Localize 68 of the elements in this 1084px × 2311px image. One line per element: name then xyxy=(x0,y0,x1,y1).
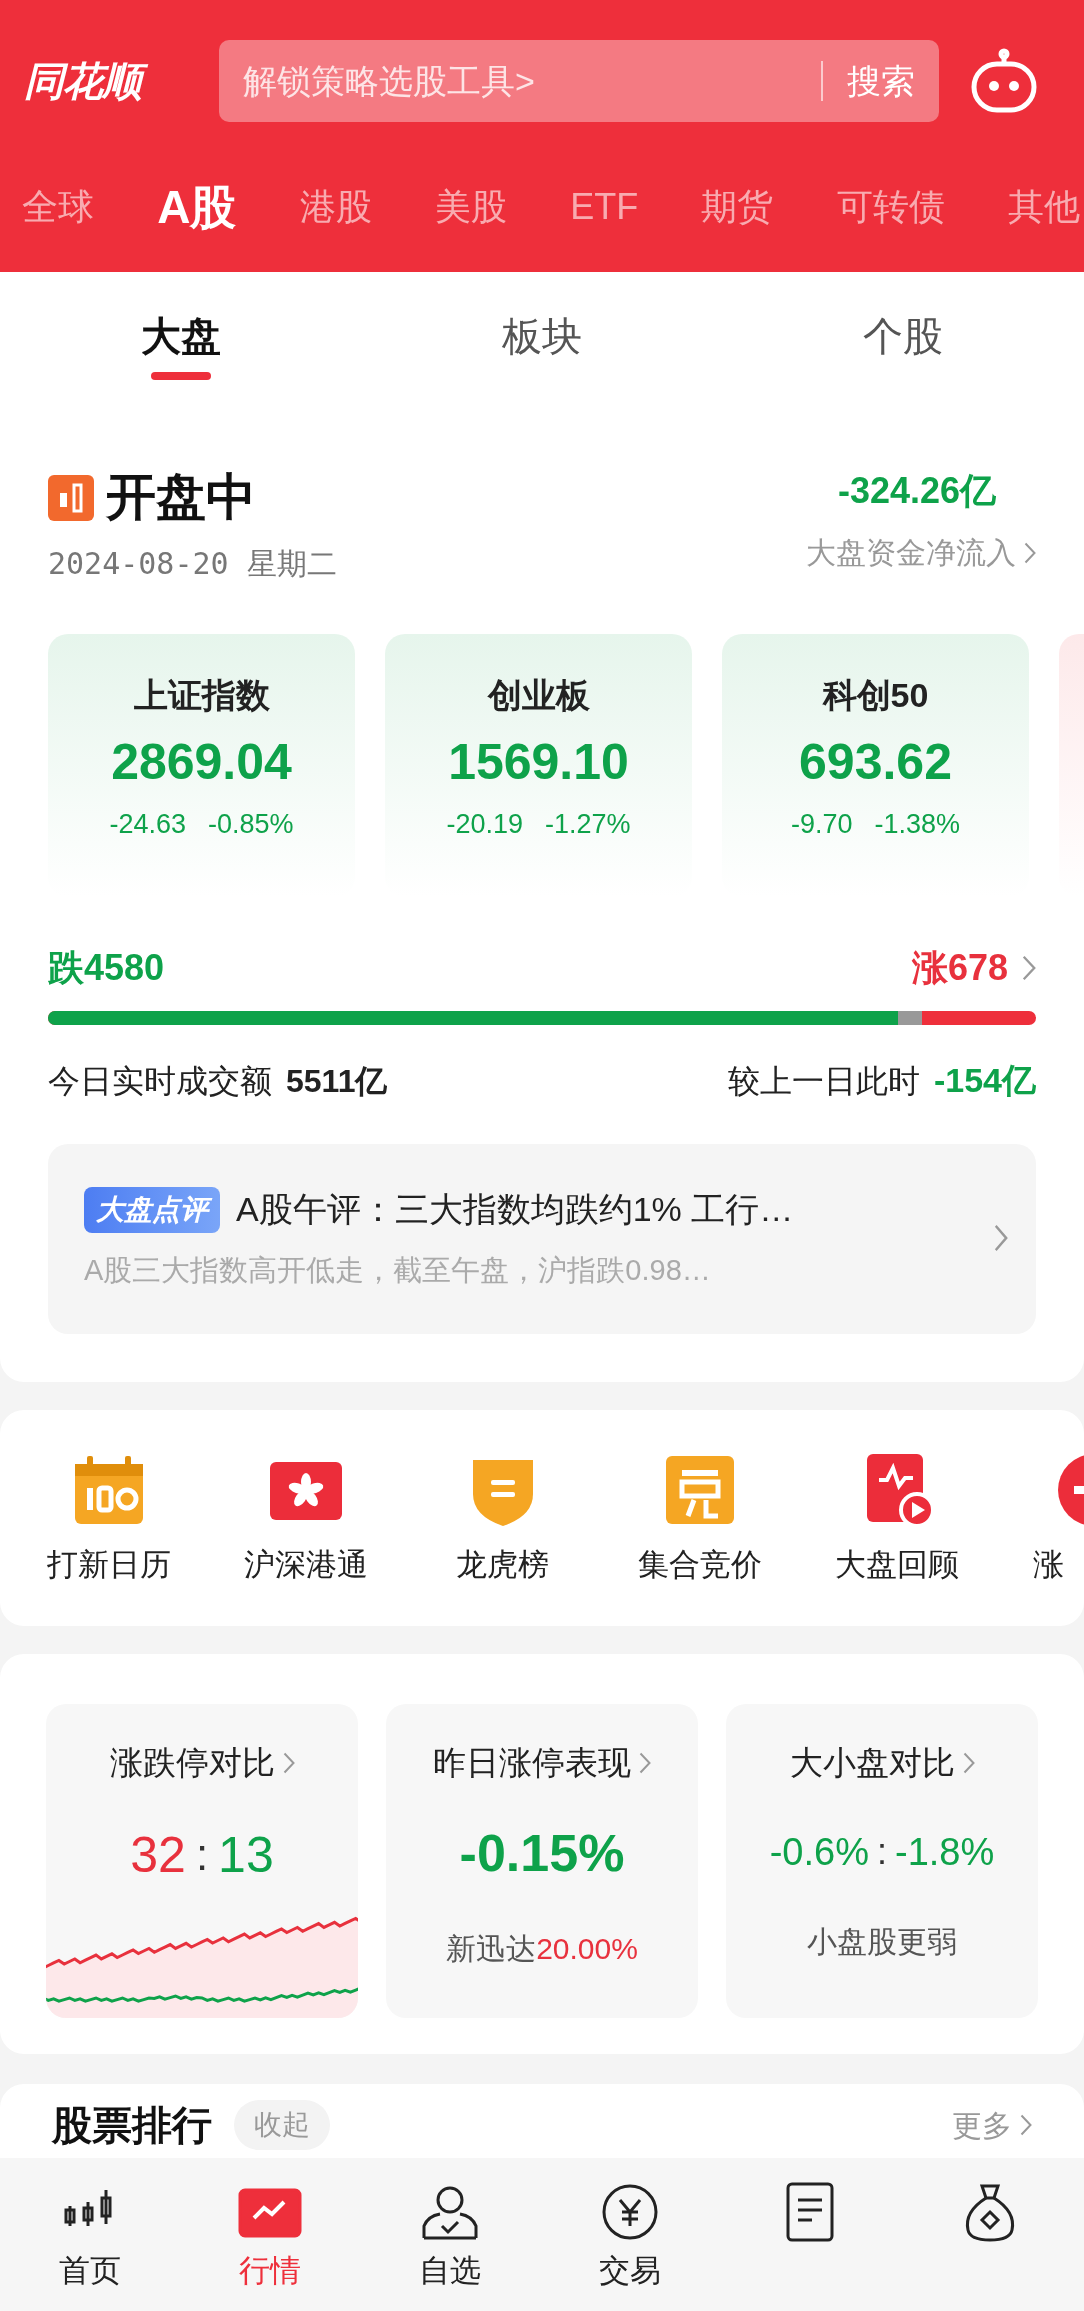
section-tab[interactable]: 大盘 xyxy=(140,282,221,380)
shortcut-item[interactable]: 龙虎榜 xyxy=(404,1450,601,1589)
index-change: -9.70 xyxy=(790,808,853,841)
shortcut-item[interactable]: 集合竞价 xyxy=(601,1450,798,1589)
section-tab[interactable]: 板块 xyxy=(502,282,582,380)
chevron-right-icon xyxy=(282,1751,295,1774)
ratio-separator: : xyxy=(195,1829,209,1881)
chevron-right-icon xyxy=(962,1751,975,1774)
net-inflow-label: 大盘资金净流入 xyxy=(806,535,1016,571)
chevron-right-icon xyxy=(994,1224,1008,1252)
nav-tab[interactable]: 交易 xyxy=(540,2180,720,2295)
app-logo[interactable]: 同花顺 xyxy=(24,51,174,111)
ranking-title: 股票排行 xyxy=(52,2102,212,2149)
stats-note-value: 20.00% xyxy=(536,1930,638,1967)
shortcut-item[interactable]: 打新日历 xyxy=(10,1450,207,1589)
stats-note: 新迅达 xyxy=(446,1930,537,1967)
index-value: 2869.04 xyxy=(111,733,292,792)
nav-tab[interactable]: 首页 xyxy=(0,2180,180,2295)
nav-tab[interactable]: 行情 xyxy=(180,2180,360,2295)
index-percent: -0.85% xyxy=(208,808,294,841)
market-status-title: 开盘中 xyxy=(106,468,256,527)
net-inflow-value: -324.26亿 xyxy=(837,469,996,513)
index-value: 693.62 xyxy=(799,733,952,792)
stats-card[interactable]: 涨跌停对比 32 : 13 xyxy=(46,1704,358,2018)
stats-title: 昨日涨停表现 xyxy=(433,1743,631,1783)
stats-title: 涨跌停对比 xyxy=(109,1743,275,1783)
index-name: 上证指数 xyxy=(133,675,270,716)
small-cap-change: -1.8% xyxy=(895,1829,995,1875)
news-headline: A股午评：三大指数均跌约1% 工行… xyxy=(236,1189,794,1230)
index-name: 科创50 xyxy=(822,675,929,716)
chevron-right-icon xyxy=(1020,2114,1032,2136)
search-placeholder: 解锁策略选股工具> xyxy=(243,60,536,102)
stats-value: -0.15% xyxy=(459,1822,625,1884)
index-change: -24.63 xyxy=(109,808,186,841)
section-tab[interactable]: 个股 xyxy=(863,282,944,380)
advancers-count: 涨678 xyxy=(911,946,1008,990)
news-summary: A股三大指数高开低走，截至午盘，沪指跌0.98… xyxy=(84,1253,712,1288)
turnover-value: 5511亿 xyxy=(286,1061,388,1101)
stats-card[interactable]: 大小盘对比 -0.6% : -1.8% 小盘股更弱 xyxy=(726,1704,1038,2018)
index-name: 创业板 xyxy=(487,675,590,716)
shortcut-item[interactable]: 沪深港通 xyxy=(207,1450,404,1589)
news-card[interactable]: 大盘点评 A股午评：三大指数均跌约1% 工行… A股三大指数高开低走，截至午盘，沪指跌0.98… xyxy=(48,1144,1036,1334)
chevron-right-icon xyxy=(1022,955,1036,981)
turnover-label: 今日实时成交额 xyxy=(48,1061,272,1101)
decliners-count: 跌4580 xyxy=(48,946,165,990)
market-tab[interactable]: A股 xyxy=(157,172,237,242)
index-change: -20.19 xyxy=(446,808,523,841)
chevron-right-icon xyxy=(639,1751,651,1774)
chevron-right-icon xyxy=(1024,541,1036,564)
stats-card[interactable]: 昨日涨停表现 -0.15% 新迅达20.00% xyxy=(386,1704,698,2018)
index-percent: -1.38% xyxy=(874,808,961,841)
large-cap-change: -0.6% xyxy=(769,1829,869,1875)
index-percent: -1.27% xyxy=(545,808,631,841)
ratio-separator: : xyxy=(877,1830,887,1874)
news-tag: 大盘点评 xyxy=(84,1186,220,1233)
limit-up-count: 32 xyxy=(130,1825,186,1885)
shortcut-item[interactable]: 大盘回顾 xyxy=(798,1450,995,1589)
candle-badge-icon xyxy=(48,474,94,521)
stats-title: 大小盘对比 xyxy=(789,1743,955,1783)
neutral-segment xyxy=(897,1011,922,1025)
market-date: 2024-08-20 星期二 xyxy=(48,545,337,583)
limit-down-count: 13 xyxy=(218,1825,274,1885)
stats-note: 小盘股更弱 xyxy=(807,1923,957,1960)
shortcut-item[interactable]: 涨 xyxy=(995,1450,1084,1589)
turnover-compare-label: 较上一日此时 xyxy=(727,1061,920,1101)
index-value: 1569.10 xyxy=(448,733,629,792)
nav-tab[interactable]: 自选 xyxy=(360,2180,540,2295)
turnover-compare-value: -154亿 xyxy=(933,1060,1036,1101)
